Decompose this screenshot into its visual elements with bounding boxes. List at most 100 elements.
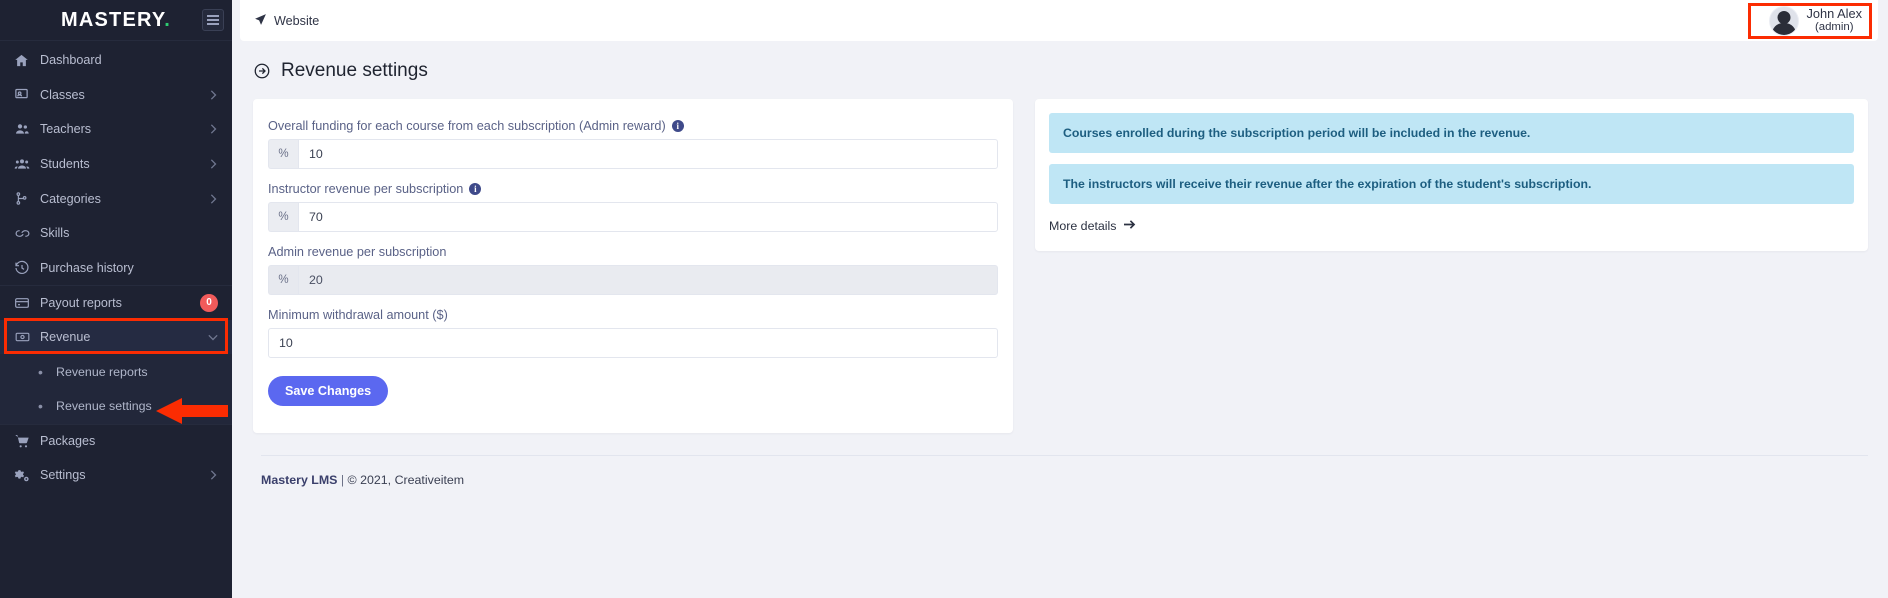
home-icon: [14, 53, 40, 68]
hamburger-menu-icon[interactable]: [202, 9, 224, 31]
sidebar: MASTERY. Dashboard Classes Teachers Stud…: [0, 0, 232, 598]
teachers-icon: [14, 121, 40, 137]
field-minimum-withdrawal: Minimum withdrawal amount ($): [268, 308, 998, 358]
brand-logo[interactable]: MASTERY.: [61, 9, 171, 32]
save-changes-button[interactable]: Save Changes: [268, 376, 389, 406]
footer-brand: Mastery LMS: [261, 473, 338, 487]
field-label: Instructor revenue per subscription i: [268, 182, 998, 196]
field-overall-funding: Overall funding for each course from eac…: [268, 119, 998, 169]
percent-addon: %: [268, 265, 298, 295]
user-menu[interactable]: John Alex (admin): [1761, 3, 1871, 39]
app-root: MASTERY. Dashboard Classes Teachers Stud…: [0, 0, 1888, 598]
admin-revenue-input: [298, 265, 998, 295]
students-icon: [14, 156, 40, 172]
footer-copyright: © 2021, Creativeitem: [347, 473, 465, 487]
sidebar-item-packages[interactable]: Packages: [0, 423, 232, 459]
info-icon[interactable]: i: [469, 183, 482, 195]
website-link[interactable]: Website: [254, 13, 319, 29]
sidebar-item-label: Packages: [40, 434, 96, 449]
categories-icon: [14, 191, 40, 206]
brand-dot: .: [164, 8, 171, 31]
sidebar-item-label: Classes: [40, 87, 85, 102]
input-group: %: [268, 265, 998, 295]
arrow-circle-right-icon: [253, 62, 271, 80]
field-label-text: Admin revenue per subscription: [268, 245, 447, 259]
chevron-right-icon: [208, 90, 218, 100]
chevron-right-icon: [208, 470, 218, 481]
sidebar-item-settings[interactable]: Settings: [0, 458, 232, 493]
user-chip[interactable]: John Alex (admin): [1768, 5, 1863, 36]
sidebar-item-label: Purchase history: [40, 260, 134, 275]
field-label: Admin revenue per subscription: [268, 245, 998, 259]
sidebar-item-label: Categories: [40, 191, 101, 206]
info-alert: The instructors will receive their reven…: [1049, 164, 1854, 204]
skills-icon: [14, 226, 40, 241]
field-admin-revenue: Admin revenue per subscription %: [268, 245, 998, 295]
cart-icon: [14, 433, 40, 449]
info-icon[interactable]: i: [671, 120, 684, 132]
classes-icon: [14, 87, 40, 102]
sidebar-subitem-revenue-settings[interactable]: • Revenue settings: [0, 388, 232, 424]
more-details-label: More details: [1049, 219, 1117, 233]
sidebar-item-label: Settings: [40, 468, 86, 483]
page-title: Revenue settings: [281, 60, 428, 81]
sidebar-item-label: Dashboard: [40, 53, 102, 68]
field-label-text: Minimum withdrawal amount ($): [268, 308, 448, 322]
website-link-label: Website: [274, 13, 320, 28]
history-icon: [14, 260, 40, 276]
sidebar-subitem-label: Revenue reports: [56, 364, 148, 379]
sidebar-item-classes[interactable]: Classes: [0, 78, 232, 113]
sidebar-item-label: Teachers: [40, 122, 92, 137]
main-area: Website John Alex (admin) Revenue settin…: [232, 0, 1888, 598]
user-role: (admin): [1814, 21, 1854, 34]
sidebar-subitem-label: Revenue settings: [56, 399, 152, 414]
sidebar-item-skills[interactable]: Skills: [0, 216, 232, 251]
field-label-text: Overall funding for each course from eac…: [268, 119, 666, 133]
overall-funding-input[interactable]: [298, 139, 998, 169]
footer: Mastery LMS | © 2021, Creativeitem: [261, 455, 1868, 487]
sidebar-item-teachers[interactable]: Teachers: [0, 112, 232, 147]
minimum-withdrawal-input[interactable]: [268, 328, 998, 358]
instructor-revenue-input[interactable]: [298, 202, 998, 232]
sidebar-item-revenue[interactable]: Revenue: [0, 319, 232, 355]
info-alert: Courses enrolled during the subscription…: [1049, 113, 1854, 153]
status-badge: 0: [200, 293, 218, 312]
brand-name: MASTERY: [61, 8, 165, 31]
sidebar-item-purchase-history[interactable]: Purchase history: [0, 251, 232, 286]
sidebar-item-label: Skills: [40, 226, 70, 241]
field-instructor-revenue: Instructor revenue per subscription i %: [268, 182, 998, 232]
sidebar-item-students[interactable]: Students: [0, 147, 232, 182]
avatar: [1768, 5, 1799, 36]
card-icon: [14, 295, 40, 311]
footer-separator: |: [337, 473, 348, 487]
sidebar-nav: Dashboard Classes Teachers Students Cate…: [0, 41, 232, 493]
bullet-icon: •: [38, 398, 43, 415]
input-group: [268, 328, 998, 358]
chevron-right-icon: [208, 124, 218, 135]
chevron-right-icon: [208, 159, 218, 169]
user-name: John Alex: [1806, 5, 1863, 21]
sidebar-item-label: Payout reports: [40, 295, 122, 310]
brand-header: MASTERY.: [0, 0, 232, 41]
sidebar-item-payout-reports[interactable]: Payout reports 0: [0, 285, 232, 320]
chevron-down-icon: [208, 332, 218, 342]
input-group: %: [268, 139, 998, 169]
field-label: Overall funding for each course from eac…: [268, 119, 998, 133]
sidebar-item-label: Revenue: [40, 330, 91, 345]
input-group: %: [268, 202, 998, 232]
revenue-settings-form-card: Overall funding for each course from eac…: [253, 99, 1013, 433]
sidebar-subitem-revenue-reports[interactable]: • Revenue reports: [0, 354, 232, 389]
field-label: Minimum withdrawal amount ($): [268, 308, 998, 322]
chevron-right-icon: [208, 194, 218, 204]
content-columns: Overall funding for each course from eac…: [232, 82, 1888, 433]
gears-icon: [14, 467, 40, 483]
more-details-link[interactable]: More details: [1049, 219, 1136, 233]
page-title-row: Revenue settings: [240, 41, 1888, 82]
sidebar-item-dashboard[interactable]: Dashboard: [0, 43, 232, 78]
send-icon: [254, 13, 267, 29]
user-meta: John Alex (admin): [1806, 5, 1863, 35]
field-label-text: Instructor revenue per subscription: [268, 182, 464, 196]
sidebar-item-categories[interactable]: Categories: [0, 181, 232, 216]
arrow-right-icon: [1123, 219, 1136, 233]
topbar: Website John Alex (admin): [240, 0, 1878, 41]
